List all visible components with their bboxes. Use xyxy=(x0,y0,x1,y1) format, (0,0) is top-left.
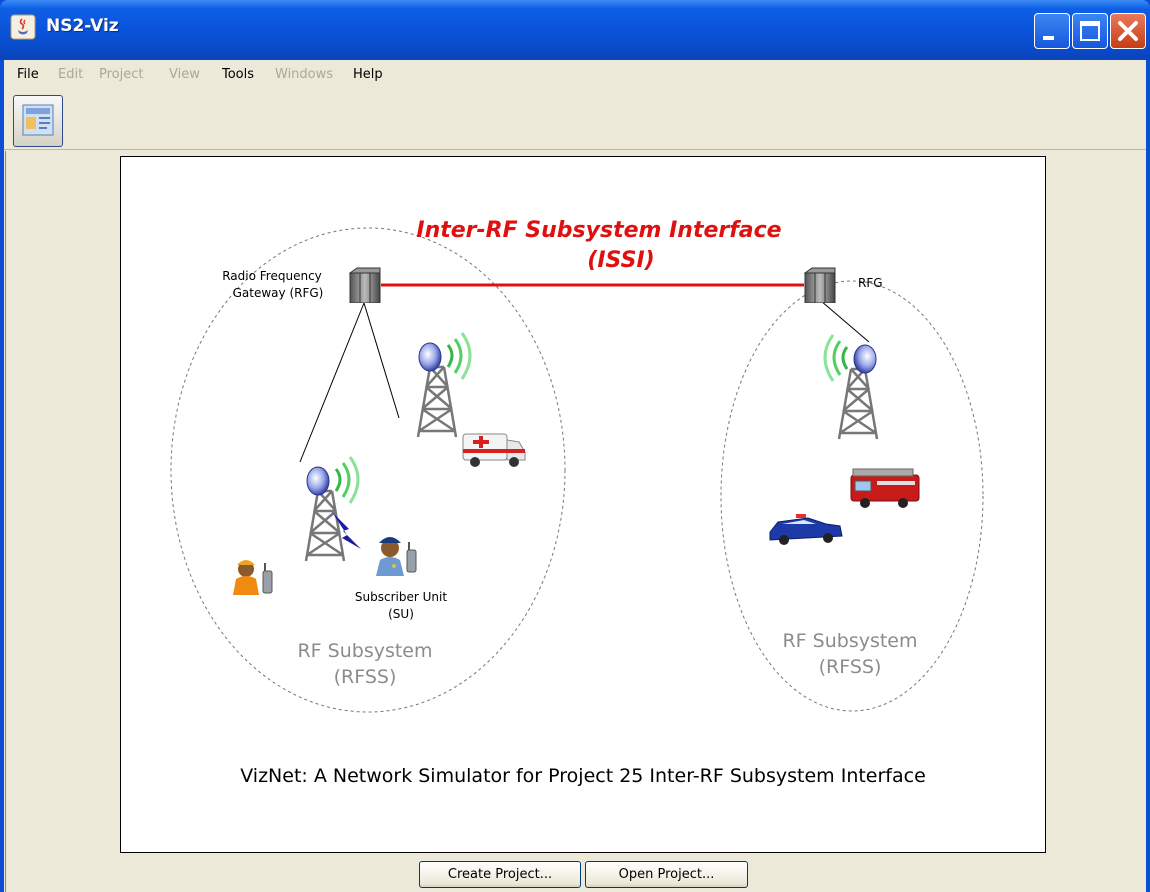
subscriber-unit-officer-icon xyxy=(376,537,417,576)
menu-tools[interactable]: Tools xyxy=(222,67,254,82)
create-project-button[interactable]: Create Project... xyxy=(419,861,581,888)
maximize-icon xyxy=(1080,21,1100,41)
issi-abbr: (ISSI) xyxy=(587,248,654,273)
menu-edit[interactable]: Edit xyxy=(58,67,83,82)
java-app-icon xyxy=(10,14,36,40)
tower-lower-icon xyxy=(304,455,360,563)
new-project-icon xyxy=(22,104,54,136)
title-bar[interactable]: NS2-Viz xyxy=(0,0,1150,60)
rfg-right-label: RFG xyxy=(858,276,883,290)
fire-truck-icon xyxy=(850,468,920,508)
rfg-left-link-1 xyxy=(299,302,365,463)
rfss-left-label-line1: RF Subsystem xyxy=(297,640,432,662)
issi-title: Inter-RF Subsystem Interface xyxy=(416,218,781,243)
su-label-line1: Subscriber Unit xyxy=(355,590,447,604)
rfg-right-server-icon xyxy=(804,267,836,303)
rfg-left-server-icon xyxy=(349,267,381,303)
rfg-left-label-line2: Gateway (RFG) xyxy=(233,286,324,300)
issi-diagram: Inter-RF Subsystem Interface (ISSI) Radi… xyxy=(170,218,984,787)
maximize-button[interactable] xyxy=(1072,13,1108,49)
new-project-tool-button[interactable] xyxy=(13,95,63,147)
menu-bar: File Edit Project View Tools Windows Hel… xyxy=(4,60,1146,90)
tower-right-icon xyxy=(823,333,879,441)
menu-view[interactable]: View xyxy=(169,67,200,82)
rfg-right-link xyxy=(820,300,870,343)
rfg-left-link-2 xyxy=(363,302,400,419)
minimize-button[interactable] xyxy=(1034,13,1070,49)
client-area: File Edit Project View Tools Windows Hel… xyxy=(4,60,1146,892)
diagram-caption: VizNet: A Network Simulator for Project … xyxy=(240,765,926,787)
tower-upper-icon xyxy=(416,331,472,439)
ambulance-icon xyxy=(462,433,526,467)
menu-project[interactable]: Project xyxy=(99,67,143,82)
desktop-pane: Inter-RF Subsystem Interface (ISSI) Radi… xyxy=(5,151,1146,892)
welcome-diagram-panel: Inter-RF Subsystem Interface (ISSI) Radi… xyxy=(120,156,1046,853)
rfg-left-label-line1: Radio Frequency xyxy=(222,269,322,283)
police-car-icon xyxy=(769,514,843,545)
rfss-left-label-line2: (RFSS) xyxy=(334,666,397,688)
start-buttons-row: Create Project... Open Project... xyxy=(6,861,1146,891)
rfss-right-label-line1: RF Subsystem xyxy=(782,630,917,652)
close-icon xyxy=(1118,21,1138,41)
open-project-button[interactable]: Open Project... xyxy=(585,861,748,888)
app-window: NS2-Viz File Edit Project View Tools Win… xyxy=(0,0,1150,892)
close-button[interactable] xyxy=(1110,13,1146,49)
su-label-line2: (SU) xyxy=(388,607,414,621)
worker-with-radio-icon xyxy=(233,560,273,595)
menu-help[interactable]: Help xyxy=(353,67,383,82)
menu-file[interactable]: File xyxy=(17,67,39,82)
window-border-right xyxy=(1146,60,1150,892)
toolbar xyxy=(4,91,1146,150)
minimize-icon xyxy=(1043,36,1054,40)
rfss-right-label-line2: (RFSS) xyxy=(819,656,882,678)
menu-windows[interactable]: Windows xyxy=(275,67,333,82)
window-title: NS2-Viz xyxy=(46,16,119,36)
